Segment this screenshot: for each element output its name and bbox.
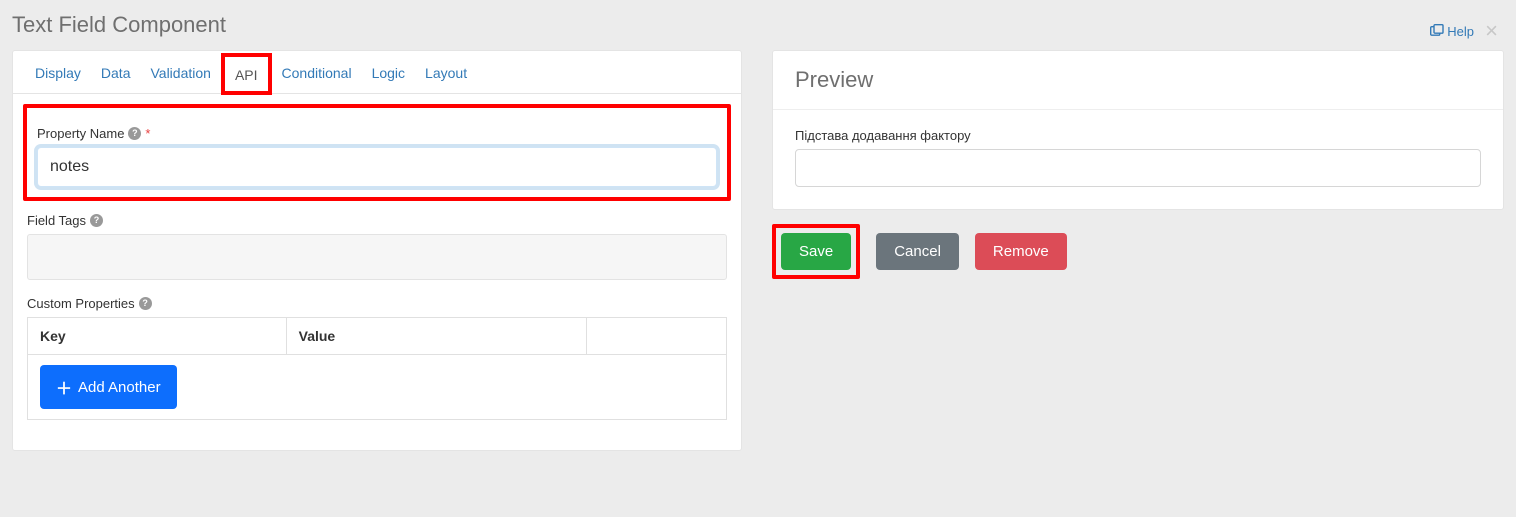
tab-validation[interactable]: Validation (140, 51, 220, 93)
preview-card: Preview Підстава додавання фактору (772, 50, 1504, 210)
table-row: ＋ Add Another (28, 355, 727, 420)
add-another-button[interactable]: ＋ Add Another (40, 365, 177, 409)
tab-layout[interactable]: Layout (415, 51, 477, 93)
table-header-row: Key Value (28, 318, 727, 355)
custom-properties-table: Key Value ＋ Add Another (27, 317, 727, 420)
tab-conditional[interactable]: Conditional (272, 51, 362, 93)
component-editor-modal: Text Field Component Help × Display Data… (12, 12, 1504, 451)
help-tooltip-icon[interactable]: ? (139, 297, 152, 310)
property-name-input[interactable] (37, 147, 717, 187)
tab-logic[interactable]: Logic (362, 51, 415, 93)
preview-field-label: Підстава додавання фактору (795, 128, 1481, 143)
key-header: Key (28, 318, 287, 355)
property-name-highlight: Property Name ? * (23, 104, 731, 201)
tab-bar: Display Data Validation API Conditional … (13, 51, 741, 94)
value-header: Value (286, 318, 587, 355)
preview-panel-wrapper: Preview Підстава додавання фактору Save … (772, 50, 1504, 279)
help-link-label: Help (1447, 24, 1474, 39)
close-icon[interactable]: × (1485, 18, 1498, 44)
help-tooltip-icon[interactable]: ? (128, 127, 141, 140)
field-tags-input[interactable] (27, 234, 727, 280)
save-highlight: Save (772, 224, 860, 279)
tab-display[interactable]: Display (25, 51, 91, 93)
tab-data[interactable]: Data (91, 51, 141, 93)
preview-text-input[interactable] (795, 149, 1481, 187)
settings-panel: Display Data Validation API Conditional … (12, 50, 742, 451)
property-name-label: Property Name ? * (37, 126, 717, 141)
tab-api[interactable]: API (221, 53, 272, 95)
actions-header (587, 318, 727, 355)
preview-title: Preview (795, 67, 1481, 93)
plus-icon: ＋ (56, 375, 72, 399)
required-asterisk: * (145, 126, 150, 141)
help-link[interactable]: Help (1430, 24, 1474, 39)
new-window-icon (1430, 24, 1444, 39)
save-button[interactable]: Save (781, 233, 851, 270)
cancel-button[interactable]: Cancel (876, 233, 959, 270)
field-tags-label: Field Tags ? (27, 213, 727, 228)
remove-button[interactable]: Remove (975, 233, 1067, 270)
custom-properties-label: Custom Properties ? (27, 296, 727, 311)
help-tooltip-icon[interactable]: ? (90, 214, 103, 227)
modal-title: Text Field Component (12, 12, 1504, 38)
action-buttons: Save Cancel Remove (772, 224, 1504, 279)
